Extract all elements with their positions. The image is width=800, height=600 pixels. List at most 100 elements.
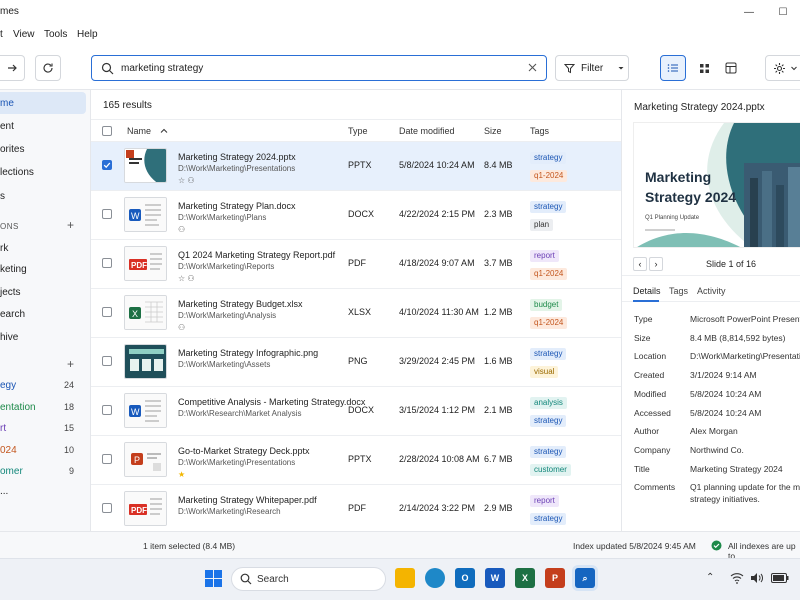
sidebar-item-collections[interactable]: lections [0,161,86,183]
tag-badge[interactable]: q1-2024 [530,317,568,329]
sidebar-tag-label: 024 [0,444,17,456]
refresh-button[interactable] [35,55,61,81]
chevron-up-icon[interactable]: ⌃ [706,572,714,583]
table-row[interactable]: W Marketing Strategy Plan.docx D:\Work\Mar… [91,191,621,240]
table-row[interactable]: W Competitive Analysis - Marketing Strate… [91,387,621,436]
search-box[interactable]: marketing strategy [91,55,547,81]
taskbar-search[interactable]: Search [231,567,386,591]
tab-details[interactable]: Details [633,286,661,296]
file-name: Marketing Strategy Budget.xlsx [178,299,303,309]
tag-badge[interactable]: strategy [530,348,567,360]
table-row[interactable]: Marketing Strategy 2024.pptx D:\Work\Mark… [91,142,621,191]
sidebar-tag[interactable]: 024 10 [0,439,86,461]
tag-badge[interactable]: strategy [530,152,567,164]
sidebar-location-work[interactable]: rk [0,237,86,259]
filter-button[interactable]: Filter [555,55,629,81]
outlook-icon[interactable]: O [455,568,475,588]
tag-badge[interactable]: report [530,250,559,262]
tag-badge[interactable]: customer [530,464,571,476]
powerpoint-icon[interactable]: P [545,568,565,588]
tag-badge[interactable]: strategy [530,513,567,525]
sidebar-location-research[interactable]: earch [0,303,86,325]
tab-tags[interactable]: Tags [669,286,688,296]
menu-help[interactable]: Help [77,29,98,40]
row-checkbox[interactable] [102,209,112,219]
row-checkbox[interactable] [102,405,112,415]
clear-search-icon[interactable] [527,62,538,73]
select-all-checkbox[interactable] [102,126,112,136]
column-name[interactable]: Name [127,126,151,136]
file-search-app-icon[interactable]: ⌕ [575,568,595,588]
add-tag-button[interactable]: + [67,357,74,371]
tag-badge[interactable]: strategy [530,446,567,458]
minimize-button[interactable]: — [732,0,766,24]
column-type[interactable]: Type [348,126,368,136]
column-size[interactable]: Size [484,126,502,136]
previous-slide-button[interactable]: ‹ [633,257,647,271]
file-size: 3.7 MB [484,258,513,268]
excel-icon[interactable]: X [515,568,535,588]
next-slide-button[interactable]: › [649,257,663,271]
menu-tools[interactable]: Tools [44,29,67,40]
list-view-button[interactable] [660,55,686,81]
tag-badge[interactable]: strategy [530,415,567,427]
sidebar-location-projects[interactable]: jects [0,281,86,303]
word-icon[interactable]: W [485,568,505,588]
row-checkbox[interactable] [102,503,112,513]
battery-icon[interactable] [771,573,789,583]
file-thumbnail: PDF [124,491,167,526]
tag-badge[interactable]: report [530,495,559,507]
row-checkbox[interactable] [102,160,112,170]
tag-badge[interactable]: budget [530,299,563,311]
sidebar-location-marketing[interactable]: keting [0,258,86,280]
tag-badge[interactable]: visual [530,366,559,378]
menu-file-partial[interactable]: t [0,29,3,40]
volume-icon[interactable] [750,572,764,584]
table-row[interactable]: X Marketing Strategy Budget.xlsx D:\Work\M… [91,289,621,338]
wifi-icon[interactable] [730,572,744,584]
sidebar-location-archive[interactable]: hive [0,326,86,348]
forward-button[interactable] [0,55,25,81]
row-checkbox[interactable] [102,356,112,366]
table-row[interactable]: P Go-to-Market Strategy Deck.pptx D:\Work\… [91,436,621,485]
tag-badge[interactable]: q1-2024 [530,170,568,182]
tab-activity[interactable]: Activity [697,286,726,296]
sidebar-more[interactable]: ... [0,480,86,502]
sidebar-tag[interactable]: rt 15 [0,417,86,439]
tag-badge[interactable]: analysis [530,397,567,409]
row-checkbox[interactable] [102,258,112,268]
file-explorer-icon[interactable] [395,568,415,588]
column-date[interactable]: Date modified [399,126,455,136]
tag-badge[interactable]: strategy [530,201,567,213]
edge-icon[interactable] [425,568,445,588]
sidebar-item-home[interactable]: me [0,92,86,114]
maximize-button[interactable]: ☐ [766,0,800,24]
tag-badge[interactable]: q1-2024 [530,268,568,280]
settings-button[interactable] [765,55,800,81]
menu-view[interactable]: View [13,29,35,40]
sidebar-item-recent[interactable]: ent [0,115,86,137]
sidebar-tag[interactable]: omer 9 [0,460,86,482]
sort-ascending-icon[interactable] [160,127,168,135]
table-row[interactable]: PDF Q1 2024 Marketing Strategy Report.pdf… [91,240,621,289]
windows-start-icon[interactable] [205,570,222,587]
search-input[interactable]: marketing strategy [121,63,203,74]
slide-preview[interactable]: Marketing Strategy 2024 Q1 Planning Upda… [633,122,800,248]
sidebar-item-favorites[interactable]: orites [0,138,86,160]
tag-badge[interactable]: plan [530,219,554,231]
grid-view-button[interactable] [691,55,717,81]
add-location-button[interactable]: + [67,218,74,232]
row-checkbox[interactable] [102,454,112,464]
sidebar-tag[interactable]: egy 24 [0,374,86,396]
sidebar-tag[interactable]: entation 18 [0,396,86,418]
slide-counter: Slide 1 of 16 [706,259,757,269]
preview-pane-button[interactable] [718,55,744,81]
file-thumbnail: P [124,442,167,477]
table-row[interactable]: Marketing Strategy Infographic.png D:\Wor… [91,338,621,387]
filter-icon [564,63,575,73]
sidebar-item-tags[interactable]: s [0,185,86,207]
table-row[interactable]: PDF Marketing Strategy Whitepaper.pdf D:\W… [91,485,621,531]
row-checkbox[interactable] [102,307,112,317]
column-tags[interactable]: Tags [530,126,549,136]
column-header: Name Type Date modified Size Tags [91,119,621,142]
